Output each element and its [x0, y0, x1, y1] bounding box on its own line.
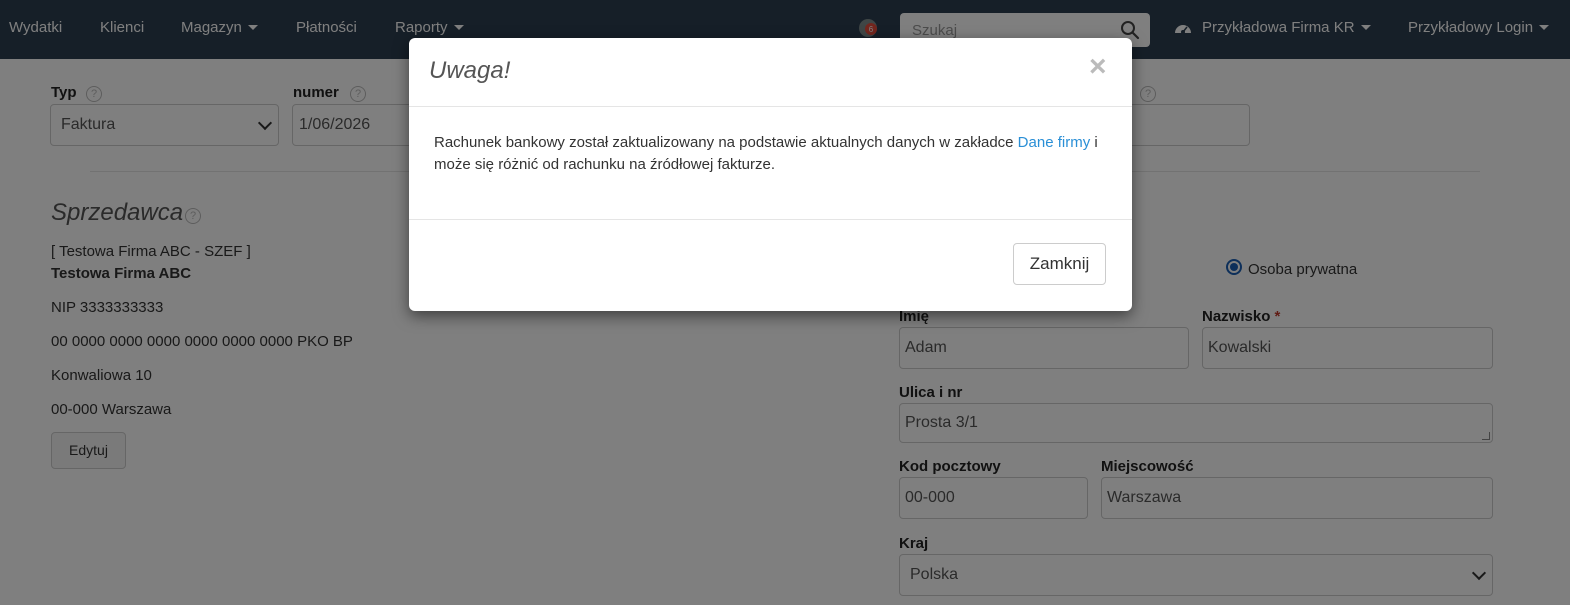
- modal-title: Uwaga!: [429, 57, 511, 84]
- close-button[interactable]: Zamknij: [1013, 243, 1106, 285]
- modal-header: Uwaga! ×: [409, 38, 1132, 107]
- modal-message-part: Rachunek bankowy został zaktualizowany n…: [434, 134, 1018, 151]
- modal-body: Rachunek bankowy został zaktualizowany n…: [434, 132, 1114, 176]
- close-icon[interactable]: ×: [1089, 52, 1107, 82]
- alert-modal: Uwaga! × Rachunek bankowy został zaktual…: [409, 38, 1132, 311]
- modal-footer-divider: [409, 219, 1132, 220]
- company-data-link[interactable]: Dane firmy: [1018, 134, 1091, 151]
